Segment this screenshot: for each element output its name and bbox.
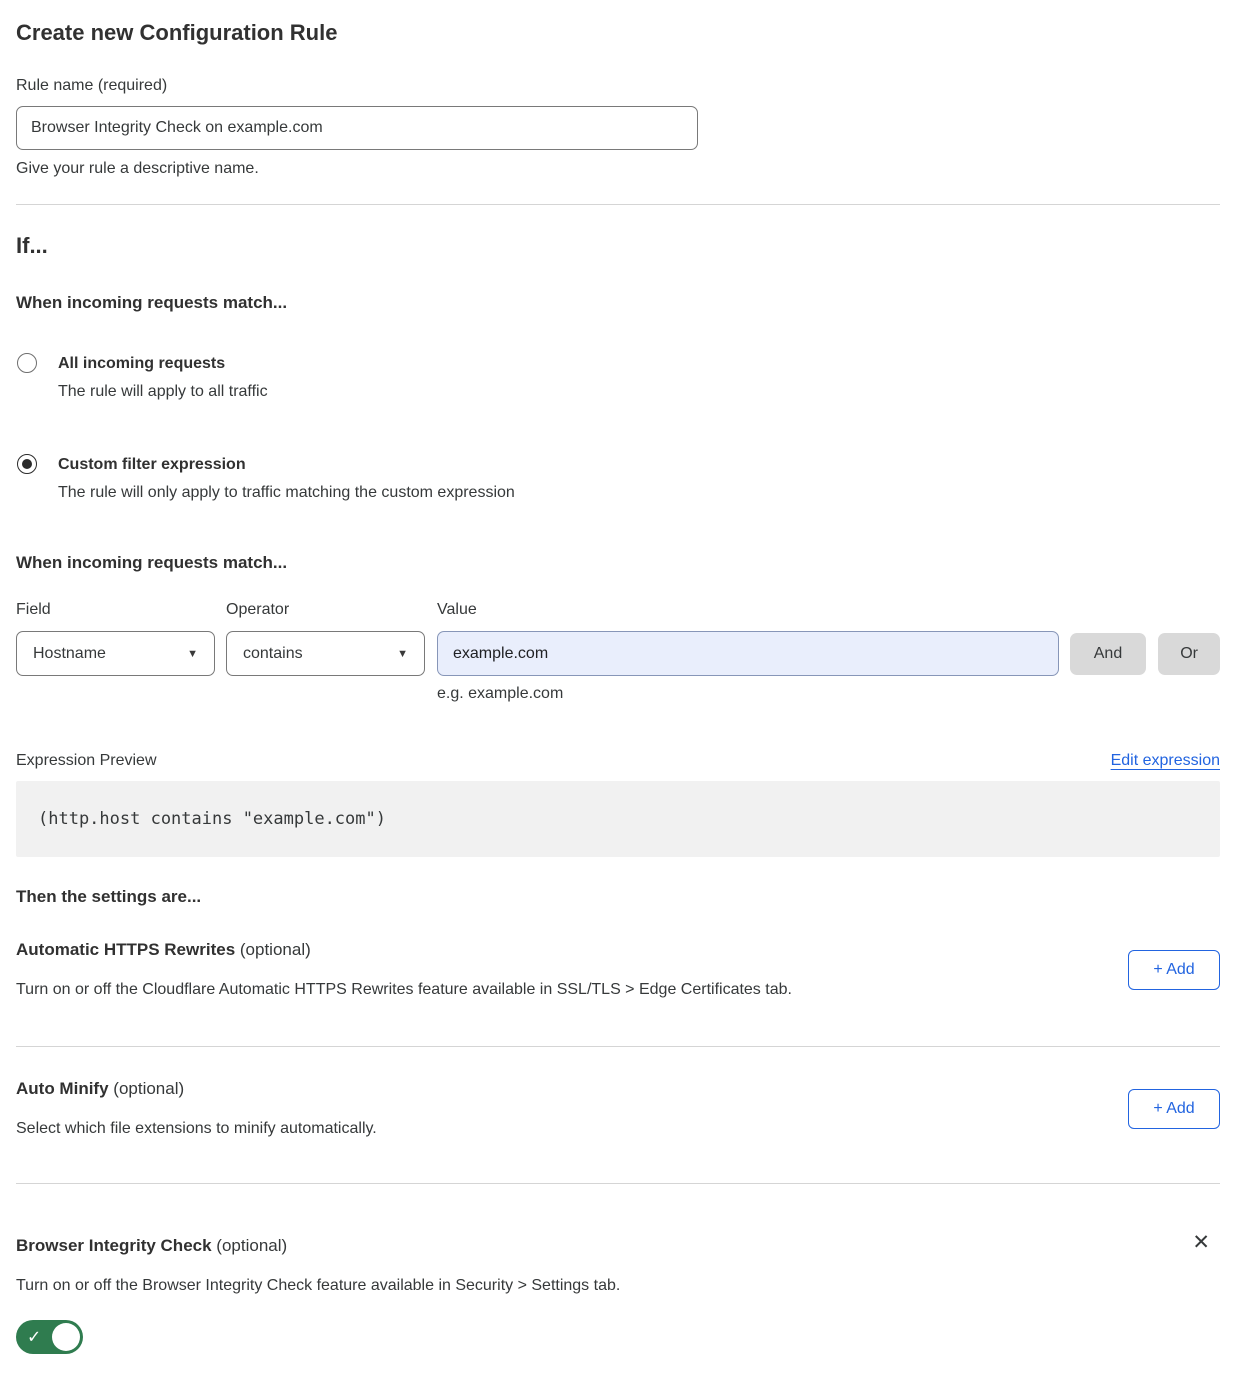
setting-auto-minify: Auto Minify (optional) Select which file… [16,1077,1220,1140]
operator-column-label: Operator [226,599,425,621]
expression-preview-header: Expression Preview Edit expression [16,750,1220,772]
chevron-down-icon: ▼ [187,648,198,660]
radio-option-custom-filter-expression[interactable]: Custom filter expression The rule will o… [16,453,1220,504]
radio-label: All incoming requests [58,352,268,375]
toggle-knob [52,1323,80,1351]
or-button[interactable]: Or [1158,633,1220,675]
setting-browser-integrity-check: Browser Integrity Check (optional) ✕ Tur… [16,1234,1220,1354]
page-title: Create new Configuration Rule [16,18,1220,48]
divider [16,1046,1220,1047]
setting-title: Automatic HTTPS Rewrites (optional) [16,938,1104,962]
create-configuration-rule-page: Create new Configuration Rule Rule name … [0,0,1237,1374]
expression-code: (http.host contains "example.com") [38,809,386,829]
radio-button[interactable] [17,454,37,474]
setting-title: Auto Minify (optional) [16,1077,1104,1101]
spacer [16,1140,1220,1183]
operator-select-value: contains [243,645,303,663]
optional-label: (optional) [113,1079,184,1098]
add-automatic-https-rewrites-button[interactable]: + Add [1128,950,1220,990]
radio-description: The rule will apply to all traffic [58,380,268,403]
value-column-label: Value [437,599,1059,621]
value-input[interactable] [437,631,1059,676]
expression-preview-label: Expression Preview [16,750,157,772]
value-help-text: e.g. example.com [437,683,1059,705]
radio-description: The rule will only apply to traffic matc… [58,481,515,504]
checkmark-icon: ✓ [27,1329,41,1346]
close-icon[interactable]: ✕ [1192,1232,1210,1253]
radio-option-all-incoming-requests[interactable]: All incoming requests The rule will appl… [16,352,1220,403]
field-select-value: Hostname [33,645,106,663]
field-select[interactable]: Hostname ▼ [16,631,215,676]
add-auto-minify-button[interactable]: + Add [1128,1089,1220,1129]
and-button[interactable]: And [1070,633,1146,675]
expression-builder-heading: When incoming requests match... [16,552,1220,574]
setting-description: Turn on or off the Browser Integrity Che… [16,1275,1220,1297]
setting-description: Select which file extensions to minify a… [16,1118,1104,1140]
match-heading: When incoming requests match... [16,292,1220,314]
if-heading: If... [16,231,1220,261]
rule-name-label: Rule name (required) [16,75,1220,97]
then-settings-heading: Then the settings are... [16,886,1220,908]
setting-automatic-https-rewrites: Automatic HTTPS Rewrites (optional) Turn… [16,938,1220,1001]
radio-button[interactable] [17,353,37,373]
spacer [16,1001,1220,1046]
field-column-label: Field [16,599,215,621]
expression-preview-code-block: (http.host contains "example.com") [16,781,1220,857]
divider [16,1183,1220,1184]
setting-description: Turn on or off the Cloudflare Automatic … [16,979,1104,1001]
rule-name-help: Give your rule a descriptive name. [16,158,1220,180]
expression-builder-row: Field Hostname ▼ Operator contains ▼ Val… [16,599,1220,705]
chevron-down-icon: ▼ [397,648,408,660]
optional-label: (optional) [240,940,311,959]
browser-integrity-check-toggle[interactable]: ✓ [16,1320,83,1354]
radio-label: Custom filter expression [58,453,515,476]
edit-expression-link[interactable]: Edit expression [1111,750,1220,772]
setting-title: Browser Integrity Check (optional) [16,1234,287,1258]
optional-label: (optional) [216,1236,287,1255]
rule-name-input[interactable] [16,106,698,150]
divider [16,204,1220,205]
operator-select[interactable]: contains ▼ [226,631,425,676]
